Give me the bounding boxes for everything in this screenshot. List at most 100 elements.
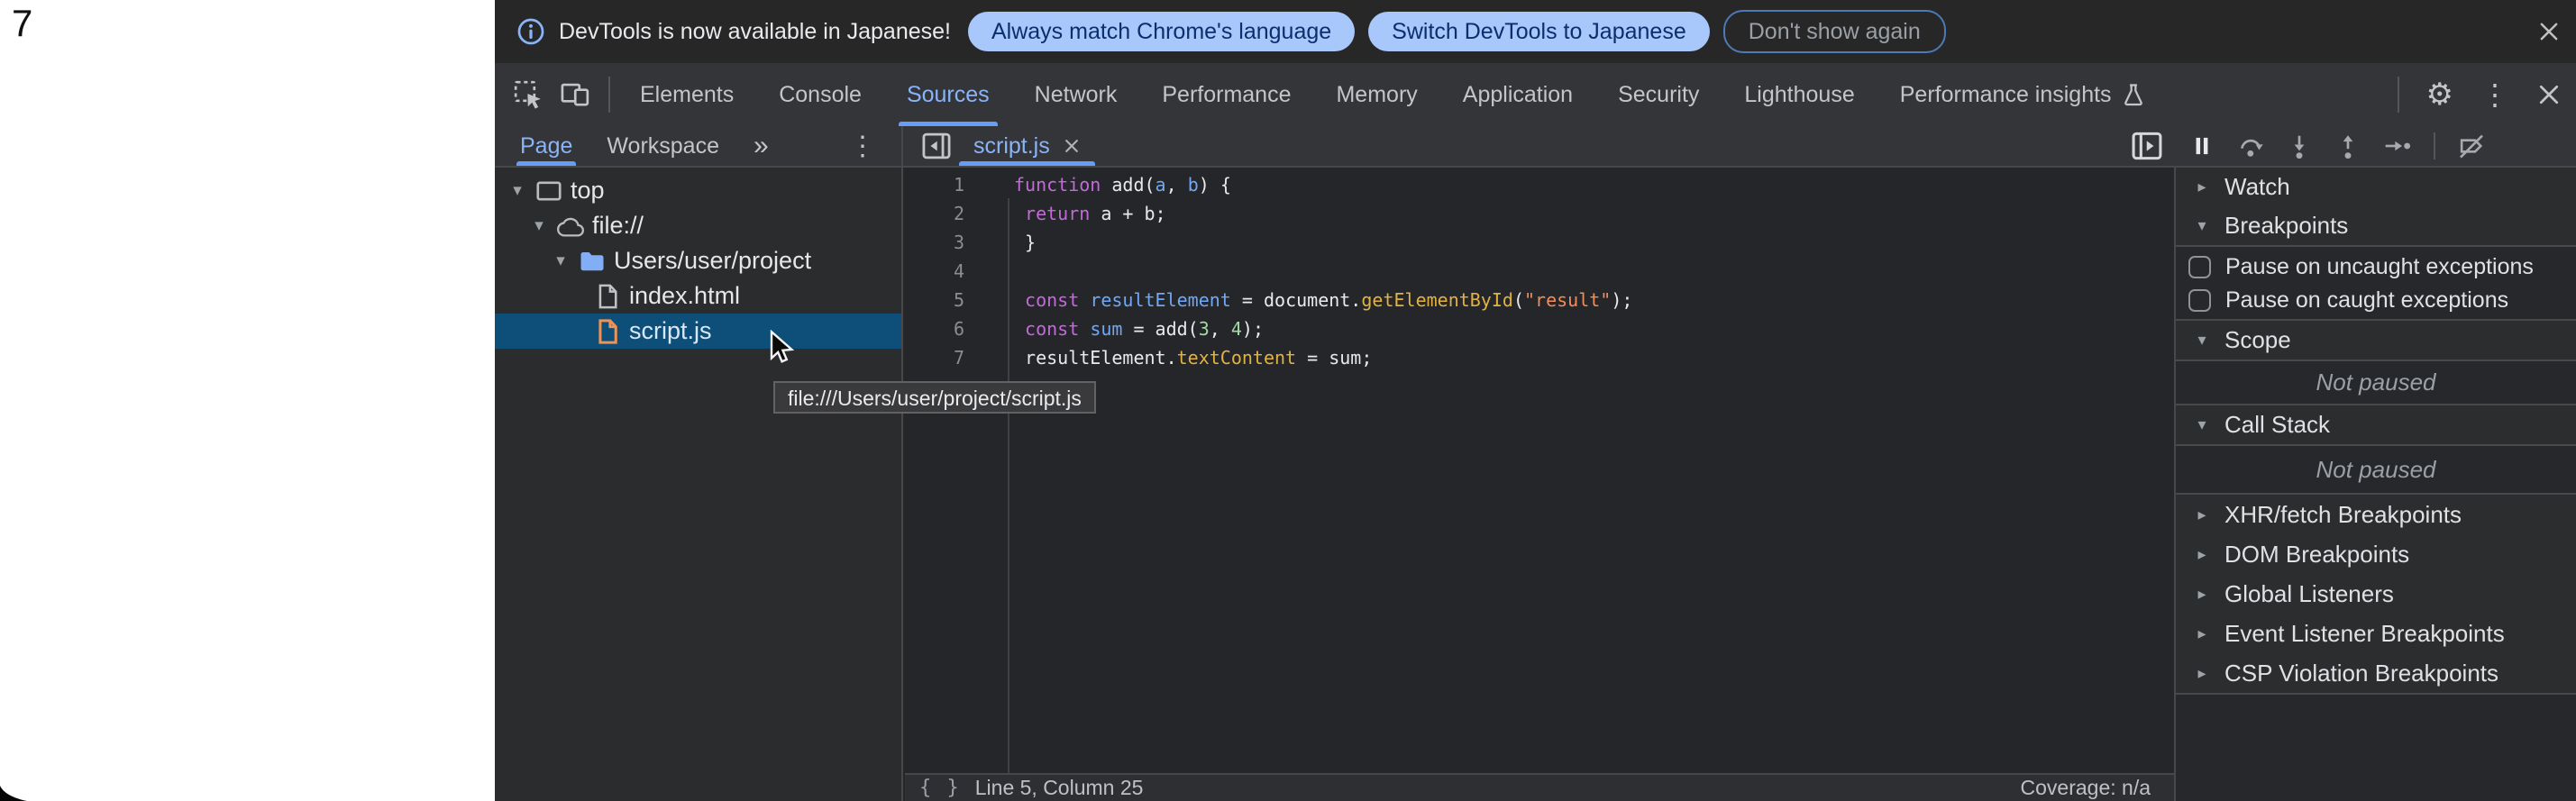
editor-tab-label: script.js [973, 133, 1050, 159]
close-devtools-button[interactable] [2536, 82, 2562, 107]
step-over-button[interactable] [2237, 132, 2264, 159]
step-into-button[interactable] [2286, 132, 2313, 159]
line-number[interactable]: 6 [905, 314, 964, 343]
pause-caught-checkbox[interactable] [2188, 289, 2211, 312]
dont-show-again-button[interactable]: Don't show again [1723, 10, 1946, 53]
section-global-listeners[interactable]: ▸ Global Listeners [2176, 574, 2576, 614]
tab-label: Performance insights [1900, 82, 2112, 108]
pause-uncaught-checkbox[interactable] [2188, 256, 2211, 278]
section-breakpoints[interactable]: ▾ Breakpoints [2176, 206, 2576, 245]
section-scope[interactable]: ▾ Scope [2176, 321, 2576, 360]
navigator-header: Page Workspace » ⋮ [495, 126, 903, 166]
inspect-element-button[interactable] [513, 79, 544, 110]
code-line[interactable]: resultElement.textContent = sum; [1014, 343, 2174, 372]
tab-elements[interactable]: Elements [617, 63, 756, 126]
step-button[interactable] [2383, 132, 2412, 159]
step-into-icon [2286, 132, 2313, 159]
pause-uncaught-row[interactable]: Pause on uncaught exceptions [2176, 250, 2576, 284]
tab-performance[interactable]: Performance [1139, 63, 1313, 126]
kebab-menu-icon[interactable]: ⋮ [2480, 77, 2509, 112]
toggle-device-toolbar-button[interactable] [560, 79, 590, 110]
code-line[interactable]: } [1014, 228, 2174, 257]
tree-item-index-html[interactable]: index.html [495, 278, 901, 314]
folder-icon [579, 248, 606, 275]
code-line[interactable] [1014, 257, 2174, 286]
tab-performance-insights[interactable]: Performance insights [1877, 63, 2169, 126]
close-icon [2537, 20, 2561, 43]
tab-workspace[interactable]: Workspace [607, 126, 719, 166]
expand-triangle-icon[interactable]: ▾ [551, 250, 571, 271]
deactivate-breakpoints-button[interactable] [2457, 132, 2486, 160]
line-number[interactable]: 3 [905, 228, 964, 257]
panel-tabs: Elements Console Sources Network Perform… [617, 63, 2169, 126]
line-number[interactable]: 2 [905, 199, 964, 228]
toggle-navigator-button[interactable] [921, 132, 952, 160]
tree-item-file-protocol[interactable]: ▾ file:// [495, 208, 901, 243]
close-tab-button[interactable] [1063, 137, 1081, 155]
tab-sources[interactable]: Sources [884, 63, 1012, 126]
code-line[interactable]: function add(a, b) { [1014, 170, 2174, 199]
pause-caught-row[interactable]: Pause on caught exceptions [2176, 284, 2576, 317]
pause-script-button[interactable] [2188, 132, 2215, 159]
devtools-window: DevTools is now available in Japanese! A… [495, 0, 2576, 801]
tree-item-project-folder[interactable]: ▾ Users/user/project [495, 243, 901, 278]
expand-triangle-icon[interactable]: ▾ [507, 180, 527, 201]
section-label: DOM Breakpoints [2224, 541, 2409, 569]
line-number[interactable]: 4 [905, 257, 964, 286]
switch-to-japanese-button[interactable]: Switch DevTools to Japanese [1368, 12, 1710, 51]
section-watch[interactable]: ▸ Watch [2176, 168, 2576, 206]
section-label: Global Listeners [2224, 580, 2394, 608]
section-event-listener-breakpoints[interactable]: ▸ Event Listener Breakpoints [2176, 614, 2576, 653]
tab-security[interactable]: Security [1595, 63, 1722, 126]
step-out-button[interactable] [2334, 132, 2361, 159]
braces-icon[interactable]: { } [919, 777, 961, 799]
tab-application[interactable]: Application [1440, 63, 1595, 126]
line-number[interactable]: 5 [905, 286, 964, 314]
code-line[interactable]: const sum = add(3, 4); [1014, 314, 2174, 343]
tab-label: Lighthouse [1744, 82, 1854, 108]
tab-label: Application [1463, 82, 1573, 108]
code-line[interactable]: return a + b; [1014, 199, 2174, 228]
section-xhr-breakpoints[interactable]: ▸ XHR/fetch Breakpoints [2176, 495, 2576, 534]
tree-item-script-js[interactable]: script.js [495, 314, 901, 349]
editor-tab-script-js[interactable]: script.js [957, 126, 1097, 166]
banner-close-button[interactable] [2536, 19, 2562, 44]
tab-page[interactable]: Page [520, 126, 572, 166]
tab-console[interactable]: Console [756, 63, 884, 126]
section-call-stack[interactable]: ▾ Call Stack [2176, 405, 2576, 444]
tab-network[interactable]: Network [1012, 63, 1140, 126]
frame-icon [535, 177, 562, 205]
checkbox-label: Pause on uncaught exceptions [2225, 254, 2534, 280]
tab-memory[interactable]: Memory [1313, 63, 1439, 126]
tab-label: Sources [907, 82, 990, 108]
breakpoints-options: Pause on uncaught exceptions Pause on ca… [2176, 247, 2576, 319]
editor-tab-strip: script.js [905, 126, 2174, 166]
step-icon [2383, 132, 2412, 159]
section-dom-breakpoints[interactable]: ▸ DOM Breakpoints [2176, 534, 2576, 574]
debugger-sidebar: ▸ Watch ▾ Breakpoints Pause on uncaught … [2174, 168, 2576, 801]
section-label: Call Stack [2224, 411, 2330, 439]
code-line[interactable]: const resultElement = document.getElemen… [1014, 286, 2174, 314]
code-area[interactable]: 1234567 function add(a, b) { return a + … [905, 168, 2174, 773]
active-tab-underline [516, 161, 576, 166]
cloud-icon [557, 213, 584, 240]
navigator-menu-button[interactable]: ⋮ [849, 126, 876, 166]
gear-icon[interactable]: ⚙ [2426, 77, 2453, 113]
collapsed-triangle-icon: ▸ [2192, 545, 2212, 564]
file-icon [594, 283, 621, 310]
code-editor[interactable]: 1234567 function add(a, b) { return a + … [905, 168, 2174, 801]
tab-label: Elements [640, 82, 734, 108]
gutter: 1234567 [905, 170, 964, 372]
tab-lighthouse[interactable]: Lighthouse [1722, 63, 1877, 126]
tree-item-top[interactable]: ▾ top [495, 173, 901, 208]
toggle-debugger-sidebar-button[interactable] [2131, 131, 2163, 161]
line-number[interactable]: 1 [905, 170, 964, 199]
tab-label: Performance [1162, 82, 1291, 108]
expand-triangle-icon[interactable]: ▾ [529, 215, 549, 236]
always-match-language-button[interactable]: Always match Chrome's language [968, 12, 1355, 51]
chevron-double-right-icon[interactable]: » [754, 131, 769, 161]
section-csp-violation-breakpoints[interactable]: ▸ CSP Violation Breakpoints [2176, 653, 2576, 693]
cursor-position-text: Line 5, Column 25 [975, 776, 1144, 800]
file-path-tooltip: file:///Users/user/project/script.js [773, 381, 1096, 414]
line-number[interactable]: 7 [905, 343, 964, 372]
